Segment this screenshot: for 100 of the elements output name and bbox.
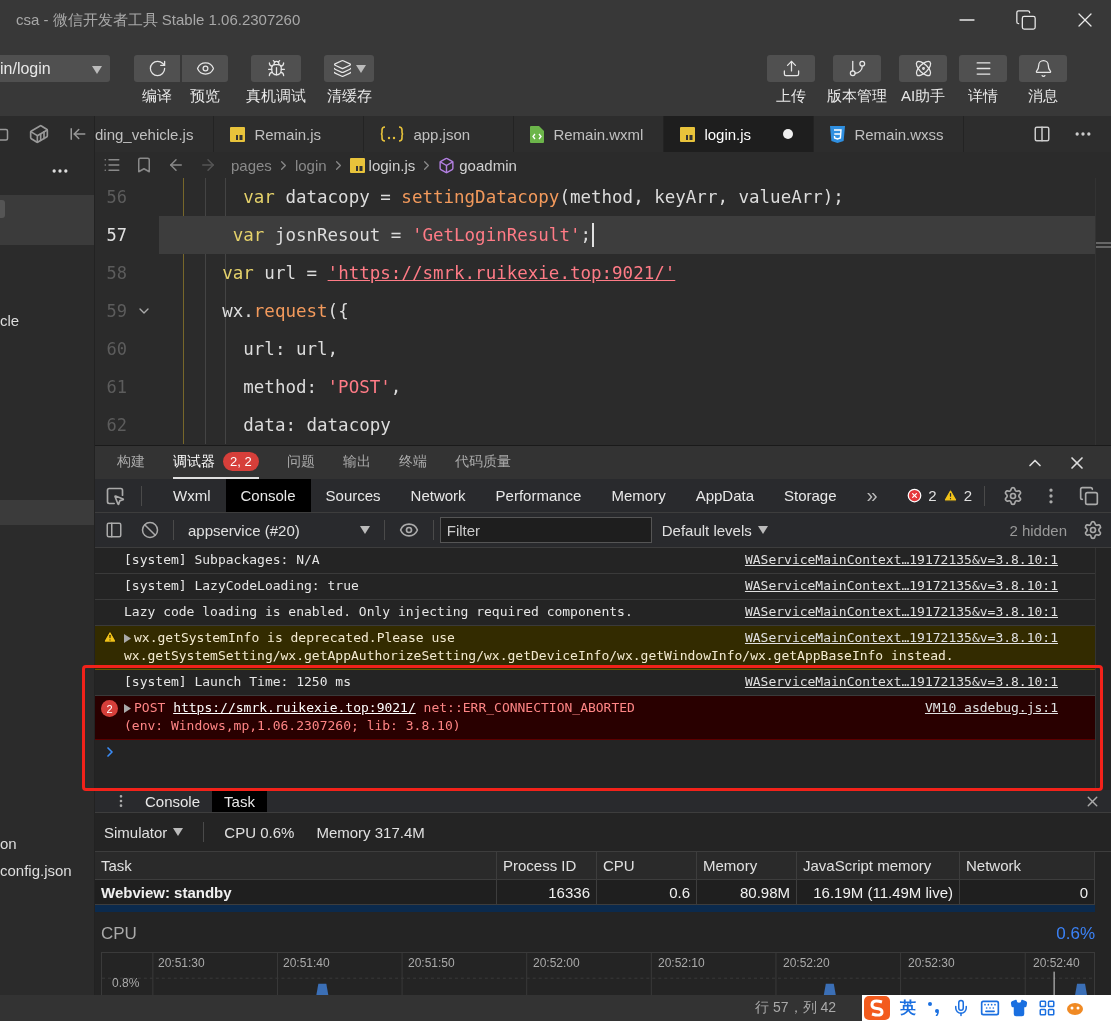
- file-tree-item[interactable]: cle: [0, 308, 94, 333]
- time-label: 20:52:20: [783, 956, 831, 970]
- eye-icon: [195, 59, 215, 78]
- caret-icon: [92, 65, 102, 74]
- count-badge: 2, 2: [223, 452, 259, 471]
- source-link[interactable]: WAServiceMainContext…19172135&v=3.8.10:1: [724, 629, 1058, 647]
- container-icon[interactable]: [29, 124, 49, 144]
- keyboard-icon[interactable]: [980, 998, 1000, 1018]
- toolbar-button[interactable]: [134, 55, 180, 82]
- restore-icon[interactable]: [1015, 9, 1037, 31]
- source-link[interactable]: VM10 asdebug.js:1: [904, 699, 1058, 717]
- grid-icon[interactable]: [1038, 999, 1056, 1017]
- table-cell: 80.98M: [697, 880, 797, 904]
- devtools-tab[interactable]: Storage: [769, 479, 852, 512]
- devtools-tab[interactable]: AppData: [680, 479, 769, 512]
- log-message: [system] Subpackages: N/A: [124, 551, 320, 569]
- devtools-tab[interactable]: Sources: [310, 479, 396, 512]
- expand-icon[interactable]: [124, 703, 131, 713]
- shield-file-icon: [830, 125, 846, 143]
- drawer-tab[interactable]: Console: [133, 790, 213, 812]
- devtools-tab[interactable]: Memory: [596, 479, 681, 512]
- panel-tab[interactable]: 构建: [117, 446, 145, 479]
- time-label: 20:51:40: [283, 956, 331, 970]
- time-label: 20:52:30: [908, 956, 956, 970]
- panel-tab[interactable]: 问题: [286, 446, 315, 479]
- column-header[interactable]: Task: [95, 852, 497, 879]
- settings-icon[interactable]: [1003, 485, 1023, 506]
- column-header[interactable]: JavaScript memory: [797, 852, 960, 879]
- toolbar-label: 预览: [190, 87, 220, 106]
- bell-icon: [1033, 59, 1053, 78]
- url-link[interactable]: https://smrk.ruikexie.top:9021/: [173, 700, 416, 715]
- column-header[interactable]: CPU: [597, 852, 697, 879]
- panel-tab[interactable]: 代码质量: [454, 446, 511, 479]
- path-select[interactable]: in/login: [0, 55, 110, 82]
- source-link[interactable]: WAServiceMainContext…19172135&v=3.8.10:1: [724, 673, 1058, 691]
- devtools-tab[interactable]: Network: [395, 479, 481, 512]
- cpu-usage: CPU 0.6%: [224, 823, 295, 841]
- caret-icon: [757, 526, 768, 534]
- devtools-tab[interactable]: Wxml: [158, 479, 226, 512]
- sidebar-toggle-icon[interactable]: [105, 521, 123, 539]
- js-file-icon: [349, 157, 365, 173]
- punctuation-icon[interactable]: [926, 1000, 942, 1016]
- column-header[interactable]: Memory: [697, 852, 797, 879]
- levels-select[interactable]: Default levels: [651, 521, 778, 539]
- breadcrumb-item[interactable]: login.js: [368, 156, 416, 174]
- expand-icon[interactable]: [124, 633, 131, 643]
- table-cell: 16.19M (11.49M live): [797, 880, 960, 904]
- more-tabs-button[interactable]: »: [851, 479, 893, 512]
- breadcrumb-item[interactable]: pages: [231, 156, 272, 174]
- cursor-position: 行 57，列 42: [755, 999, 836, 1017]
- column-header[interactable]: Process ID: [497, 852, 597, 879]
- split-editor-icon[interactable]: [1033, 125, 1051, 143]
- window-title: csa - 微信开发者工具 Stable 1.06.2307260: [16, 10, 301, 30]
- toolbar-button[interactable]: [833, 55, 881, 82]
- file-tree-item[interactable]: on: [0, 831, 94, 856]
- toolbar-button[interactable]: [959, 55, 1007, 82]
- error-detail: (env: Windows,mp,1.06.2307260; lib: 3.8.10): [124, 717, 462, 735]
- inspect-icon[interactable]: [105, 485, 125, 506]
- panel-tab[interactable]: 终端: [398, 446, 427, 479]
- list-icon[interactable]: [103, 156, 121, 174]
- toolbar-label: 上传: [776, 87, 806, 106]
- log-message: [system] Launch Time: 1250 ms: [124, 673, 351, 691]
- editor-tab[interactable]: ding_vehicle.js: [95, 116, 215, 152]
- source-link[interactable]: WAServiceMainContext…19172135&v=3.8.10:1: [724, 603, 1058, 621]
- eye-icon[interactable]: [398, 520, 419, 540]
- file-tree-item[interactable]: config.json: [0, 858, 94, 883]
- collapse-icon[interactable]: [69, 125, 87, 143]
- toolbar-button[interactable]: [899, 55, 947, 82]
- dock-icon[interactable]: [1079, 485, 1099, 506]
- panel-tab[interactable]: 输出: [342, 446, 371, 479]
- toolbar-button[interactable]: [182, 55, 228, 82]
- source-link[interactable]: WAServiceMainContext…19172135&v=3.8.10:1: [724, 551, 1058, 569]
- target-select[interactable]: Simulator: [104, 823, 184, 841]
- back-icon[interactable]: [167, 156, 185, 174]
- settings-icon[interactable]: [1083, 520, 1103, 540]
- input-method-logo-icon[interactable]: [864, 996, 890, 1020]
- microphone-icon[interactable]: [952, 999, 970, 1017]
- toolbar-button[interactable]: [324, 55, 374, 82]
- bookmark-icon[interactable]: [135, 156, 153, 174]
- breadcrumb-item[interactable]: goadmin: [459, 156, 517, 174]
- devtools-tab[interactable]: Console: [225, 479, 311, 512]
- breadcrumb-item[interactable]: login: [294, 156, 327, 174]
- toolbar-button[interactable]: [251, 55, 301, 82]
- toolbar-button[interactable]: [767, 55, 815, 82]
- shirt-icon[interactable]: [1010, 999, 1028, 1017]
- devtools-tab[interactable]: Performance: [480, 479, 597, 512]
- table-cell: 16336: [497, 880, 597, 904]
- graph-value: 0.6%: [1056, 924, 1095, 945]
- toolbar-label: 编译: [142, 87, 172, 106]
- source-link[interactable]: WAServiceMainContext…19172135&v=3.8.10:1: [724, 577, 1058, 595]
- clear-icon[interactable]: [141, 521, 159, 539]
- filter-field[interactable]: Filter: [439, 517, 652, 543]
- error-count-badge: 2: [101, 700, 118, 717]
- editor-tab[interactable]: login.js: [664, 116, 815, 152]
- upload-icon: [781, 59, 801, 78]
- toolbar-button[interactable]: [1019, 55, 1067, 82]
- column-header[interactable]: Network: [960, 852, 1095, 879]
- drawer-tab[interactable]: Task: [212, 790, 267, 812]
- context-select[interactable]: appservice (#20): [180, 521, 378, 539]
- language-indicator[interactable]: 英: [900, 997, 916, 1019]
